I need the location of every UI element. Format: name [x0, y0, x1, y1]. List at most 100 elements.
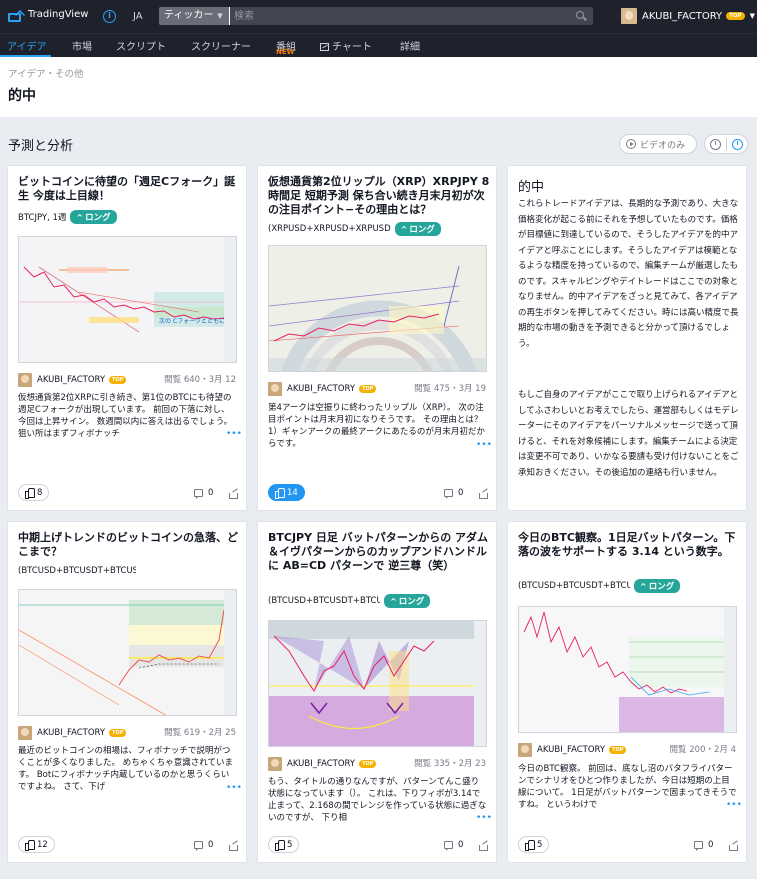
idea-description[interactable]: 仮想通貨第2位XRPに引き続き、第1位のBTCにも待望の週足Cフォークが出現して…	[18, 392, 237, 440]
nav-screener[interactable]: スクリーナー	[191, 38, 251, 53]
author-row: AKUBI_FACTORY TOP	[268, 382, 377, 396]
like-button[interactable]: 14	[268, 484, 305, 501]
search-icon[interactable]	[575, 10, 587, 22]
author-avatar[interactable]	[268, 382, 282, 396]
comment-button[interactable]: 0	[444, 840, 463, 851]
nav-markets[interactable]: 市場	[72, 38, 92, 53]
symbol-label[interactable]: (BTCUSD+BTCUSDT+BTCUSD	[518, 581, 630, 591]
author-avatar[interactable]	[518, 743, 532, 757]
like-button[interactable]: 5	[518, 836, 550, 853]
author-row: AKUBI_FACTORY TOP	[518, 743, 627, 757]
share-icon[interactable]	[729, 842, 738, 851]
author-name[interactable]: AKUBI_FACTORY	[287, 759, 355, 769]
logo[interactable]: TradingView	[8, 9, 88, 22]
like-button[interactable]: 5	[268, 836, 300, 853]
idea-card[interactable]: BTCJPY 日足 バットパターンからの アダム＆イヴパターンからのカップアンド…	[257, 521, 497, 863]
top-badge: TOP	[359, 385, 377, 393]
caret-down-icon: ▼	[749, 12, 755, 20]
idea-title[interactable]: BTCJPY 日足 バットパターンからの アダム＆イヴパターンからのカップアンド…	[268, 531, 490, 573]
like-button[interactable]: 8	[18, 484, 50, 501]
chart-thumbnail[interactable]	[268, 620, 487, 747]
share-icon[interactable]	[479, 842, 488, 851]
long-badge: ロング	[394, 222, 441, 236]
nav-ideas[interactable]: アイデア	[7, 38, 47, 53]
idea-title[interactable]: 中期上げトレンドのビットコインの急落、どこまで？	[18, 531, 238, 559]
symbol-row: (XRPUSD+XRPUSD+XRPUSD ロング	[268, 222, 441, 236]
author-name[interactable]: AKUBI_FACTORY	[37, 375, 105, 385]
more-dots[interactable]: •••	[226, 429, 242, 439]
search-input[interactable]	[229, 7, 575, 25]
symbol-row: BTCJPY, 1週 ロング	[18, 210, 117, 224]
nav-more[interactable]: 詳細	[400, 38, 420, 53]
idea-title[interactable]: ビットコインに待望の「週足Cフォーク」誕生 今度は上目線！	[18, 175, 238, 203]
top-badge: TOP	[359, 760, 377, 768]
chart-thumbnail[interactable]	[268, 245, 487, 372]
chart-thumbnail[interactable]: 次の Cフォークとともに	[18, 236, 237, 363]
chart-thumbnail-image: 次の Cフォークとともに	[19, 237, 236, 362]
idea-card[interactable]: 仮想通貨第2位リップル（XRP）XRPJPY 8時間足 短期予測 保ち合い続き月…	[257, 165, 497, 511]
author-avatar[interactable]	[18, 726, 32, 740]
play-icon	[626, 139, 636, 149]
idea-description[interactable]: 最近のビットコインの相場は、フィボナッチで説明がつくことが多くなりました。 めち…	[18, 745, 237, 793]
chart-thumbnail-image	[269, 246, 486, 371]
share-icon[interactable]	[229, 490, 238, 499]
idea-description[interactable]: 今日のBTC観察。 前回は、底なし沼のバタフライパターンでシナリオをひとつ作りま…	[518, 763, 737, 811]
symbol-label[interactable]: (BTCUSD+BTCUSDT+BTCUSD	[18, 566, 136, 576]
comment-button[interactable]: 0	[694, 840, 713, 851]
more-dots[interactable]: •••	[226, 783, 242, 793]
comment-button[interactable]: 0	[194, 840, 213, 851]
language-selector[interactable]: JA	[133, 11, 143, 22]
info-icon[interactable]: i	[103, 10, 116, 23]
top-badge: TOP	[726, 12, 745, 20]
author-name[interactable]: AKUBI_FACTORY	[37, 728, 105, 738]
user-menu[interactable]: AKUBI_FACTORY TOP ▼	[621, 8, 755, 24]
clock-recent-icon[interactable]	[732, 139, 743, 150]
like-button[interactable]: 12	[18, 836, 55, 853]
more-dots[interactable]: •••	[476, 813, 492, 823]
idea-card[interactable]: 今日のBTC観察。1日足バットパターン。下落の波をサポートする 3.14 という…	[507, 521, 747, 863]
ticker-select[interactable]: ティッカー ▼	[159, 7, 229, 25]
symbol-row: (BTCUSD+BTCUSDT+BTCUSD ロング	[268, 594, 431, 608]
breadcrumb[interactable]: アイデア・その他	[8, 66, 84, 80]
thumbs-up-icon	[25, 488, 35, 499]
idea-description[interactable]: もう、タイトルの通りなんですが、パターンてんこ盛り状態になっています（）。 これ…	[268, 776, 487, 824]
comment-button[interactable]: 0	[444, 488, 463, 499]
view-count-date: 閲覧 640・3月 12	[164, 375, 236, 385]
symbol-label[interactable]: BTCJPY, 1週	[18, 211, 66, 223]
author-name[interactable]: AKUBI_FACTORY	[287, 384, 355, 394]
clock-icon[interactable]	[710, 139, 721, 150]
more-dots[interactable]: •••	[476, 440, 492, 450]
info-card-title: 的中	[518, 180, 545, 195]
chart-thumbnail[interactable]	[18, 589, 237, 716]
symbol-label[interactable]: (BTCUSD+BTCUSDT+BTCUSD	[268, 596, 380, 606]
share-icon[interactable]	[229, 842, 238, 851]
symbol-label[interactable]: (XRPUSD+XRPUSD+XRPUSD	[268, 224, 391, 234]
chart-thumbnail[interactable]	[518, 606, 737, 733]
view-count-date: 閲覧 475・3月 19	[414, 384, 486, 394]
idea-card[interactable]: 中期上げトレンドのビットコインの急落、どこまで？ (BTCUSD+BTCUSDT…	[7, 521, 247, 863]
author-row: AKUBI_FACTORY TOP	[18, 726, 127, 740]
idea-description[interactable]: 第4アークは空振りに終わったリップル（XRP）。 次の注目ポイントは月末月初にな…	[268, 402, 487, 450]
idea-card[interactable]: ビットコインに待望の「週足Cフォーク」誕生 今度は上目線！ BTCJPY, 1週…	[7, 165, 247, 511]
page-title: 的中	[8, 88, 36, 104]
chart-thumbnail-image	[269, 621, 486, 746]
comment-icon	[194, 841, 203, 851]
comment-button[interactable]: 0	[194, 488, 213, 499]
comment-icon	[444, 489, 453, 499]
chevron-down-icon: ▼	[217, 12, 223, 20]
more-dots[interactable]: •••	[726, 800, 742, 810]
nav-chart[interactable]: チャート	[320, 38, 372, 53]
video-only-button[interactable]: ビデオのみ	[619, 134, 697, 154]
author-avatar[interactable]	[268, 757, 282, 771]
author-name[interactable]: AKUBI_FACTORY	[537, 745, 605, 755]
nav-scripts[interactable]: スクリプト	[116, 38, 166, 53]
info-paragraph: これらトレードアイデアは、長期的な予測であり、大きな価格変化が起こる前にそれを予…	[518, 199, 739, 349]
idea-title[interactable]: 今日のBTC観察。1日足バットパターン。下落の波をサポートする 3.14 という…	[518, 531, 740, 559]
thumbs-up-icon	[275, 488, 285, 499]
info-paragraph: もしご自身のアイデアがここで取り上げられるアイデアとしてふさわしいとお考えでした…	[518, 390, 739, 478]
share-icon[interactable]	[479, 490, 488, 499]
info-card: 的中 これらトレードアイデアは、長期的な予測であり、大きな価格変化が起こる前にそ…	[507, 165, 747, 511]
idea-title[interactable]: 仮想通貨第2位リップル（XRP）XRPJPY 8時間足 短期予測 保ち合い続き月…	[268, 175, 490, 217]
author-avatar[interactable]	[18, 373, 32, 387]
view-count-date: 閲覧 200・2月 4	[669, 745, 736, 755]
